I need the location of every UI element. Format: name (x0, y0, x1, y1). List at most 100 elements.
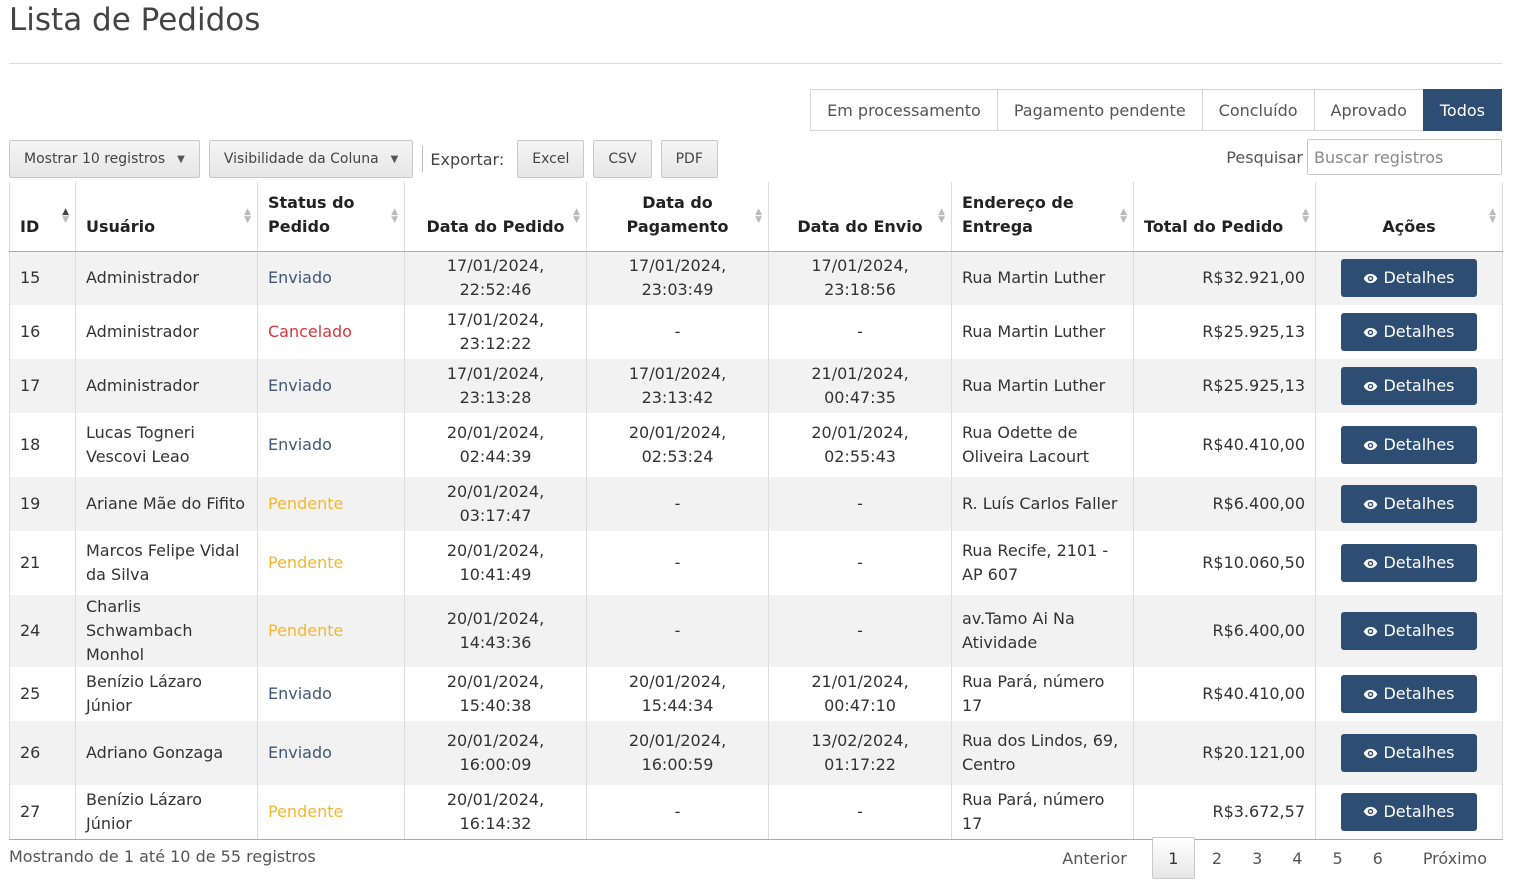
cell-data-pedido: 17/01/2024, 22:52:46 (404, 251, 587, 305)
cell-usuario: Adriano Gonzaga (75, 721, 258, 785)
details-button[interactable]: Detalhes (1341, 612, 1477, 650)
cell-data-pagamento: 20/01/2024, 16:00:59 (586, 721, 769, 785)
eye-icon (1364, 440, 1378, 450)
orders-table-body: 15 Administrador Enviado 17/01/2024, 22:52:… (9, 251, 1503, 840)
cell-total: R$32.921,00 (1133, 251, 1316, 305)
table-header-row: ID ▲ ▼ Usuário ▲ ▼ Status do Pedido ▲ ▼ Data d… (9, 182, 1503, 252)
details-button[interactable]: Detalhes (1341, 367, 1477, 405)
details-button-label: Detalhes (1383, 435, 1455, 454)
table-row: 15 Administrador Enviado 17/01/2024, 22:52:… (9, 251, 1503, 305)
page-title: Lista de Pedidos (9, 2, 261, 38)
details-button[interactable]: Detalhes (1341, 792, 1477, 831)
cell-data-envio: - (768, 531, 952, 595)
details-button[interactable]: Detalhes (1341, 544, 1477, 582)
pagination-page-5[interactable]: 5 (1317, 837, 1357, 879)
cell-data-envio: 21/01/2024, 00:47:10 (768, 667, 952, 721)
details-button[interactable]: Detalhes (1341, 426, 1477, 464)
cell-endereco: Rua dos Lindos, 69, Centro (951, 721, 1134, 785)
export-csv-button[interactable]: CSV (593, 140, 652, 178)
cell-acoes: Detalhes (1315, 667, 1503, 721)
cell-data-envio: - (768, 595, 952, 667)
column-header-data-pedido[interactable]: Data do Pedido ▲ ▼ (404, 182, 587, 252)
cell-total: R$6.400,00 (1133, 477, 1316, 531)
export-pdf-button[interactable]: PDF (660, 140, 718, 178)
cell-data-pedido: 20/01/2024, 15:40:38 (404, 667, 587, 721)
details-button[interactable]: Detalhes (1341, 259, 1477, 298)
tab-pagamento-pendente[interactable]: Pagamento pendente (996, 89, 1203, 131)
export-excel-button[interactable]: Excel (517, 140, 585, 178)
cell-total: R$20.121,00 (1133, 721, 1316, 785)
eye-icon (1364, 381, 1378, 391)
column-header-data-pagamento[interactable]: Data do Pagamento ▲ ▼ (586, 182, 769, 252)
pagination-page-6[interactable]: 6 (1358, 837, 1398, 879)
tab-todos[interactable]: Todos (1422, 89, 1502, 131)
tab-concluido[interactable]: Concluído (1201, 89, 1315, 131)
cell-status: Pendente (257, 785, 405, 840)
cell-total: R$10.060,50 (1133, 531, 1316, 595)
pagination-page-1[interactable]: 1 (1151, 837, 1195, 879)
cell-id: 17 (9, 359, 76, 413)
cell-status: Cancelado (257, 305, 405, 359)
pagination: Anterior 1 2 3 4 5 6 Próximo (1047, 837, 1502, 879)
details-button[interactable]: Detalhes (1341, 313, 1477, 351)
column-header-acoes[interactable]: Ações ▲ ▼ (1315, 182, 1503, 252)
cell-data-envio: 13/02/2024, 01:17:22 (768, 721, 952, 785)
cell-usuario: Benízio Lázaro Júnior (75, 785, 258, 840)
sort-icon: ▲ ▼ (1489, 207, 1496, 225)
column-header-total[interactable]: Total do Pedido ▲ ▼ (1133, 182, 1316, 252)
details-button[interactable]: Detalhes (1341, 485, 1477, 523)
cell-id: 27 (9, 785, 76, 840)
column-header-status[interactable]: Status do Pedido ▲ ▼ (257, 182, 405, 252)
details-button-label: Detalhes (1383, 621, 1455, 640)
column-header-endereco[interactable]: Endereço de Entrega ▲ ▼ (951, 182, 1134, 252)
pagination-page-3[interactable]: 3 (1237, 837, 1277, 879)
column-visibility-dropdown[interactable]: Visibilidade da Coluna ▼ (208, 140, 414, 178)
table-row: 21 Marcos Felipe Vidal da Silva Pendente 20… (9, 531, 1503, 595)
cell-id: 18 (9, 413, 76, 477)
orders-table: ID ▲ ▼ Usuário ▲ ▼ Status do Pedido ▲ ▼ Data d… (9, 182, 1503, 840)
cell-data-pagamento: 20/01/2024, 02:53:24 (586, 413, 769, 477)
table-row: 27 Benízio Lázaro Júnior Pendente 20/01/202… (9, 785, 1503, 840)
caret-down-icon: ▼ (390, 153, 399, 165)
cell-acoes: Detalhes (1315, 531, 1503, 595)
cell-status: Enviado (257, 721, 405, 785)
cell-data-pedido: 20/01/2024, 14:43:36 (404, 595, 587, 667)
cell-usuario: Administrador (75, 359, 258, 413)
column-header-usuario[interactable]: Usuário ▲ ▼ (75, 182, 258, 252)
pagination-prev[interactable]: Anterior (1047, 837, 1142, 879)
caret-down-icon: ▼ (177, 153, 185, 165)
pagination-page-4[interactable]: 4 (1277, 837, 1317, 879)
table-info: Mostrando de 1 até 10 de 55 registros (9, 847, 316, 866)
cell-data-pedido: 20/01/2024, 10:41:49 (404, 531, 587, 595)
cell-usuario: Benízio Lázaro Júnior (75, 667, 258, 721)
column-header-data-envio[interactable]: Data do Envio ▲ ▼ (768, 182, 952, 252)
cell-total: R$6.400,00 (1133, 595, 1316, 667)
table-row: 26 Adriano Gonzaga Enviado 20/01/2024, 16:0… (9, 721, 1503, 785)
column-header-id[interactable]: ID ▲ ▼ (9, 182, 76, 252)
tab-em-processamento[interactable]: Em processamento (810, 89, 998, 131)
details-button-label: Detalhes (1383, 494, 1455, 513)
eye-icon (1364, 626, 1378, 636)
column-visibility-label: Visibilidade da Coluna (223, 151, 379, 167)
cell-data-pedido: 20/01/2024, 02:44:39 (404, 413, 587, 477)
pagination-next[interactable]: Próximo (1408, 837, 1502, 879)
tab-aprovado[interactable]: Aprovado (1313, 89, 1424, 131)
cell-status: Pendente (257, 595, 405, 667)
details-button[interactable]: Detalhes (1341, 675, 1477, 713)
pagination-page-2[interactable]: 2 (1197, 837, 1237, 879)
cell-total: R$3.672,57 (1133, 785, 1316, 840)
cell-acoes: Detalhes (1315, 595, 1503, 667)
show-entries-label: Mostrar 10 registros (24, 151, 166, 167)
cell-data-pagamento: 17/01/2024, 23:03:49 (586, 251, 769, 305)
details-button[interactable]: Detalhes (1341, 734, 1477, 772)
cell-acoes: Detalhes (1315, 785, 1503, 840)
cell-data-pedido: 17/01/2024, 23:12:22 (404, 305, 587, 359)
cell-total: R$25.925,13 (1133, 305, 1316, 359)
cell-status: Pendente (257, 531, 405, 595)
cell-acoes: Detalhes (1315, 721, 1503, 785)
sort-asc-icon: ▲ ▼ (62, 207, 69, 225)
cell-data-pagamento: - (586, 477, 769, 531)
show-entries-dropdown[interactable]: Mostrar 10 registros ▼ (9, 140, 200, 178)
table-row: 19 Ariane Mãe do Fifito Pendente 20/01/2024… (9, 477, 1503, 531)
search-input[interactable] (1307, 139, 1502, 175)
